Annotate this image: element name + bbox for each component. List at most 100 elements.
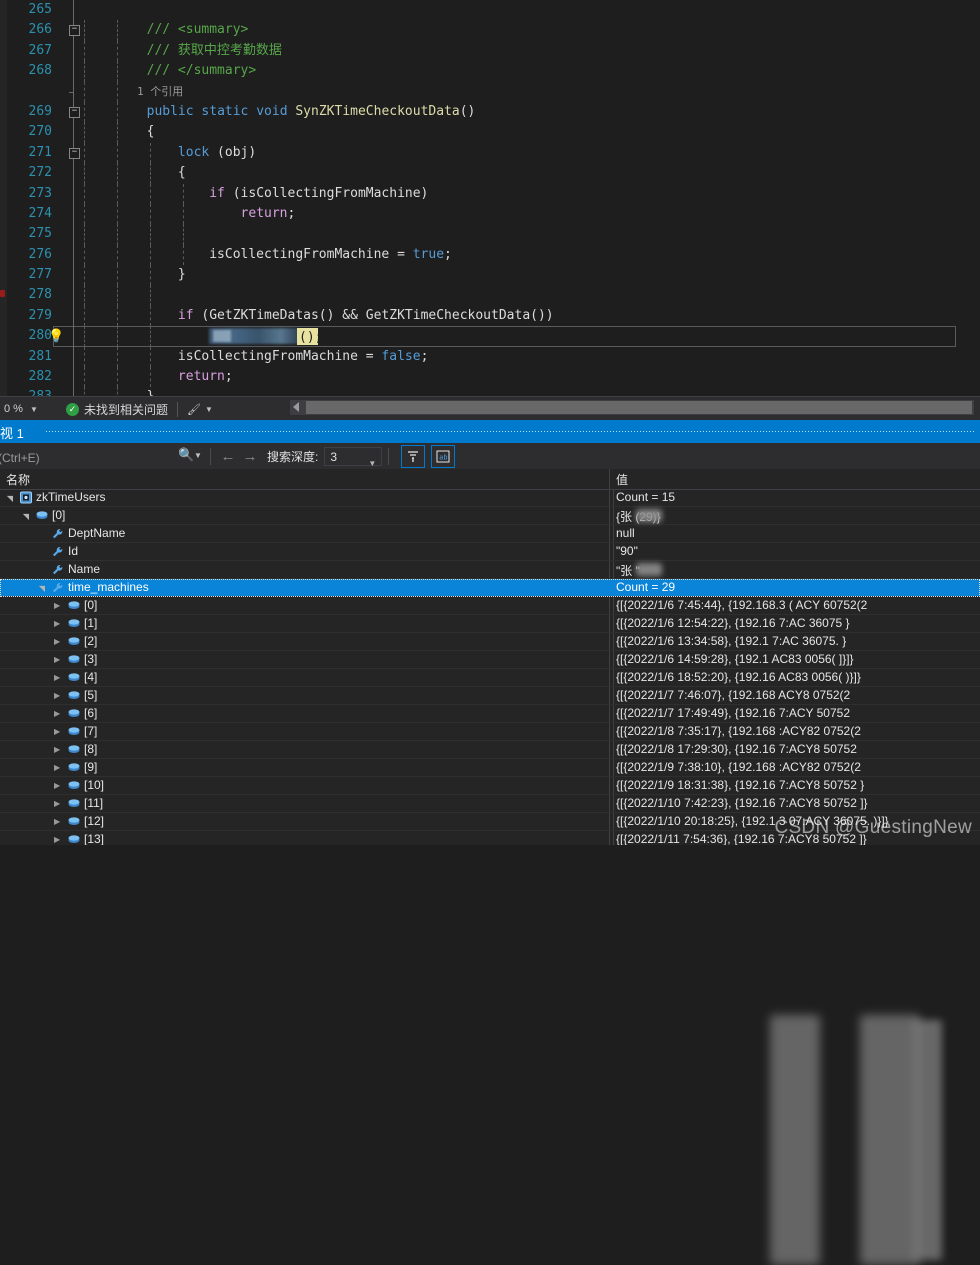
expand-triangle-icon[interactable]: ▶ (54, 620, 62, 628)
expand-triangle-icon[interactable]: ▶ (54, 800, 62, 808)
code-line[interactable]: 271− lock (obj) (0, 143, 980, 163)
watch-row-name: Name (68, 562, 100, 576)
code-line[interactable]: 272 { (0, 163, 980, 183)
code-editor[interactable]: 265266− /// <summary>267 /// 获取中控考勤数据268… (0, 0, 980, 396)
search-next-button[interactable]: → (239, 448, 261, 465)
watch-row[interactable]: ▶[10]{[{2022/1/9 18:31:38}, {192.16 7:AC… (0, 777, 980, 795)
watch-row[interactable]: ▶[8]{[{2022/1/8 17:29:30}, {192.16 7:ACY… (0, 741, 980, 759)
code-line[interactable]: 280💡 (); (0, 326, 980, 346)
search-chevron-down-icon[interactable]: ▼ (194, 451, 202, 460)
collapse-triangle-icon[interactable]: ◢ (6, 494, 14, 502)
code-token: SynZKTimeCheckoutData (295, 104, 459, 119)
line-number: 273 (7, 184, 52, 204)
expand-triangle-icon[interactable]: ▶ (54, 764, 62, 772)
watch-row[interactable]: ▶[4]{[{2022/1/6 18:52:20}, {192.16 AC83 … (0, 669, 980, 687)
code-line[interactable]: 282 return; (0, 367, 980, 387)
line-number: 281 (7, 347, 52, 367)
zoom-level-dropdown[interactable]: 0 % ▼ (0, 403, 56, 415)
code-line[interactable]: 1 个引用 (0, 82, 980, 102)
code-text: /// <summary> (84, 20, 248, 40)
expand-triangle-icon[interactable]: ▶ (54, 674, 62, 682)
watch-row[interactable]: Id"90" (0, 543, 980, 561)
watch-row[interactable]: ▶[5]{[{2022/1/7 7:46:07}, {192.168 ACY8 … (0, 687, 980, 705)
watch-row[interactable]: ▶[3]{[{2022/1/6 14:59:28}, {192.1 AC83 0… (0, 651, 980, 669)
search-previous-button[interactable]: ← (217, 448, 239, 465)
fold-tick-marker (69, 92, 74, 93)
code-lines[interactable]: 265266− /// <summary>267 /// 获取中控考勤数据268… (0, 0, 980, 396)
expand-triangle-icon[interactable]: ▶ (54, 818, 62, 826)
line-number: 280 (7, 326, 52, 346)
line-number: 276 (7, 245, 52, 265)
watch-tab-header[interactable]: 视 1 (0, 420, 980, 443)
collapse-outlining-icon[interactable]: − (69, 148, 80, 159)
collapse-outlining-icon[interactable]: − (69, 25, 80, 36)
fold-guide-line (73, 326, 74, 346)
code-line[interactable]: 278 (0, 285, 980, 305)
reference-highlight: (); (297, 328, 318, 345)
watch-row[interactable]: ▶[6]{[{2022/1/7 17:49:49}, {192.16 7:ACY… (0, 705, 980, 723)
watch-row[interactable]: ▶[11]{[{2022/1/10 7:42:23}, {192.16 7:AC… (0, 795, 980, 813)
watch-row-name: [12] (84, 814, 104, 828)
search-depth-dropdown[interactable]: 3 ▼ (324, 447, 382, 466)
brush-icon[interactable]: 🖌 (187, 403, 201, 416)
watch-row[interactable]: DeptNamenull (0, 525, 980, 543)
lightbulb-icon[interactable]: 💡 (48, 329, 63, 344)
expand-triangle-icon[interactable]: ▶ (54, 782, 62, 790)
watch-row[interactable]: ▶[1]{[{2022/1/6 12:54:22}, {192.16 7:AC … (0, 615, 980, 633)
watch-row[interactable]: ▶[7]{[{2022/1/8 7:35:17}, {192.168 :ACY8… (0, 723, 980, 741)
collapse-triangle-icon[interactable]: ◢ (22, 512, 30, 520)
indent-guide (117, 326, 118, 346)
search-input[interactable]: 索(Ctrl+E) 🔍 ▼ (0, 443, 204, 469)
watch-row[interactable]: ▶[9]{[{2022/1/9 7:38:10}, {192.168 :ACY8… (0, 759, 980, 777)
watch-row[interactable]: ▶[0]{[{2022/1/6 7:45:44}, {192.168.3 ( A… (0, 597, 980, 615)
expand-triangle-icon[interactable]: ▶ (54, 638, 62, 646)
watch-rows-container[interactable]: ◢zkTimeUsersCount = 15◢[0]{张 (29)}DeptNa… (0, 489, 980, 845)
code-line[interactable]: 265 (0, 0, 980, 20)
hex-display-icon[interactable]: ab (431, 445, 455, 468)
expand-triangle-icon[interactable]: ▶ (54, 836, 62, 844)
code-line[interactable]: 273 if (isCollectingFromMachine) (0, 184, 980, 204)
object-icon (67, 599, 81, 612)
code-text: public static void SynZKTimeCheckoutData… (84, 102, 475, 122)
watch-row[interactable]: ◢time_machinesCount = 29 (0, 579, 980, 597)
code-line[interactable]: 275 (0, 224, 980, 244)
code-line[interactable]: 277 } (0, 265, 980, 285)
code-line[interactable]: 268 /// </summary> (0, 61, 980, 81)
watch-row[interactable]: ◢zkTimeUsersCount = 15 (0, 489, 980, 507)
expand-triangle-icon[interactable]: ▶ (54, 728, 62, 736)
code-line[interactable]: 270 { (0, 122, 980, 142)
code-line[interactable]: 269− public static void SynZKTimeCheckou… (0, 102, 980, 122)
property-icon (51, 581, 65, 594)
code-line[interactable]: 279 if (GetZKTimeDatas() && GetZKTimeChe… (0, 306, 980, 326)
search-icon[interactable]: 🔍 (178, 447, 194, 463)
expand-triangle-icon[interactable]: ▶ (54, 746, 62, 754)
fold-guide-line (73, 41, 74, 61)
search-depth-value: 3 (330, 450, 337, 464)
horizontal-scroll-thumb[interactable] (306, 401, 972, 414)
scroll-left-arrow-icon[interactable] (293, 402, 299, 412)
code-line[interactable]: 274 return; (0, 204, 980, 224)
svg-text:ab: ab (440, 454, 448, 462)
code-token: false (381, 349, 420, 364)
watch-row-value: {[{2022/1/6 14:59:28}, {192.1 AC83 0056(… (616, 652, 854, 666)
collapse-outlining-icon[interactable]: − (69, 107, 80, 118)
code-token: { (84, 165, 186, 180)
expand-triangle-icon[interactable]: ▶ (54, 656, 62, 664)
watch-row[interactable]: Name"张 " (0, 561, 980, 579)
expand-triangle-icon[interactable]: ▶ (54, 692, 62, 700)
watch-row[interactable]: ◢[0]{张 (29)} (0, 507, 980, 525)
watch-row-value: {[{2022/1/7 7:46:07}, {192.168 ACY8 0752… (616, 688, 850, 702)
code-line[interactable]: 267 /// 获取中控考勤数据 (0, 41, 980, 61)
code-line[interactable]: 281 isCollectingFromMachine = false; (0, 347, 980, 367)
code-line[interactable]: 283 } (0, 387, 980, 396)
collapse-triangle-icon[interactable]: ◢ (38, 584, 46, 592)
filter-icon[interactable] (401, 445, 425, 468)
expand-triangle-icon[interactable]: ▶ (54, 710, 62, 718)
brush-chevron-down-icon[interactable]: ▼ (205, 405, 213, 414)
code-line[interactable]: 266− /// <summary> (0, 20, 980, 40)
expand-triangle-icon[interactable]: ▶ (54, 602, 62, 610)
code-token: 1 个引用 (84, 85, 183, 98)
code-line[interactable]: 276 isCollectingFromMachine = true; (0, 245, 980, 265)
editor-horizontal-scrollbar[interactable] (290, 400, 974, 415)
watch-row[interactable]: ▶[2]{[{2022/1/6 13:34:58}, {192.1 7:AC 3… (0, 633, 980, 651)
